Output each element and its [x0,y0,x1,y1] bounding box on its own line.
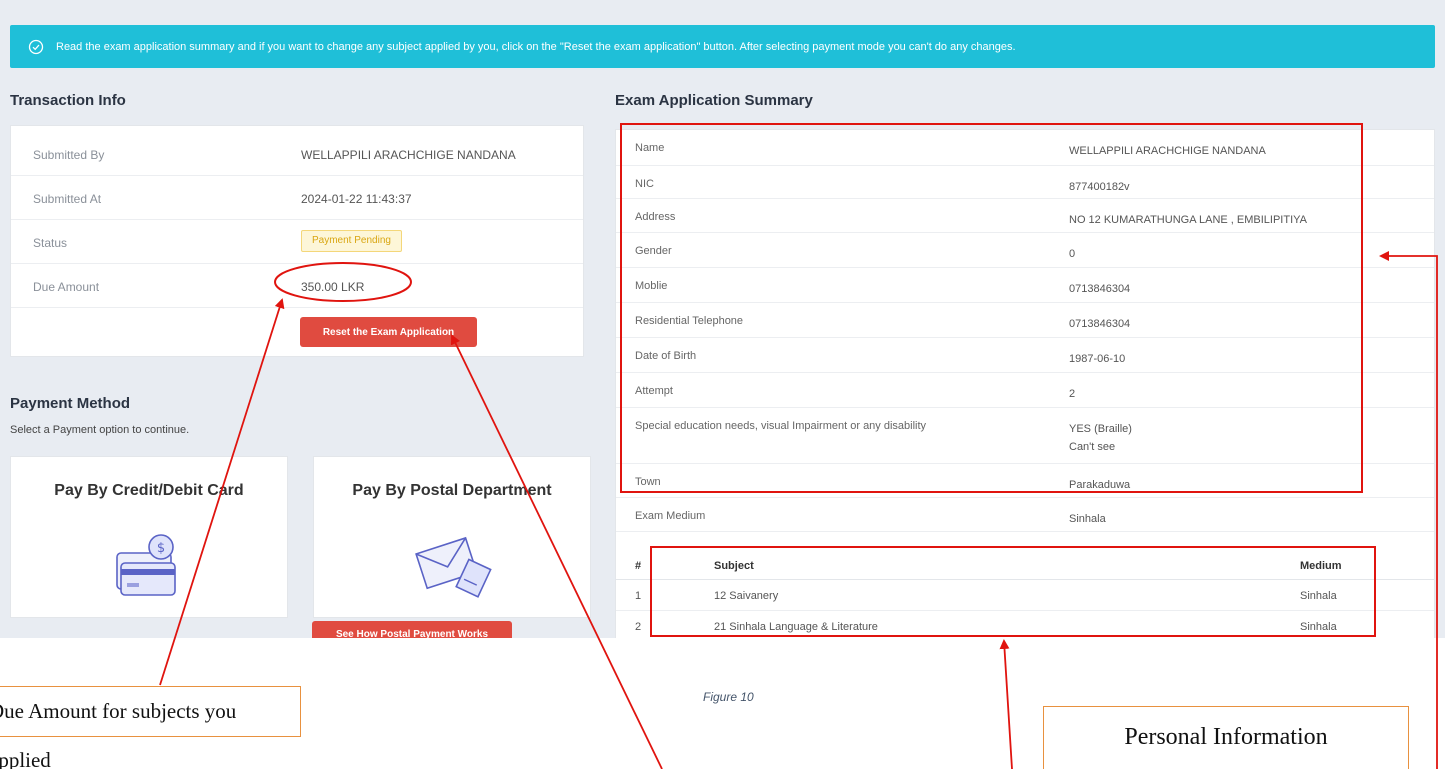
submitted-at-value: 2024-01-22 11:43:37 [301,192,412,206]
status-label: Status [33,236,68,250]
pay-by-postal-option[interactable]: Pay By Postal Department [313,456,591,618]
submitted-by-value: WELLAPPILI ARACHCHIGE NANDANA [301,148,516,162]
due-amount-value: 350.00 LKR [301,280,365,294]
summary-value: 2 [1069,388,1076,400]
summary-label: Residential Telephone [635,315,744,327]
exam-summary-card: Name WELLAPPILI ARACHCHIGE NANDANA NIC 8… [615,129,1435,638]
subjects-col-medium: Medium [1300,560,1342,572]
summary-row-date-of-birth: Date of Birth 1987-06-10 [616,338,1434,373]
reset-exam-application-button[interactable]: Reset the Exam Application [300,317,477,347]
pay-by-card-label: Pay By Credit/Debit Card [54,482,244,499]
summary-row-residential-telephone: Residential Telephone 0713846304 [616,303,1434,338]
status-badge: Payment Pending [301,230,402,252]
info-alert-text: Read the exam application summary and if… [56,40,1016,53]
due-amount-row: Due Amount 350.00 LKR [11,264,583,308]
credit-card-icon: $ [116,534,176,596]
summary-value: WELLAPPILI ARACHCHIGE NANDANA [1069,145,1266,157]
summary-value: 0713846304 [1069,318,1131,330]
subjects-table-header: # Subject Medium [616,552,1434,580]
personal-info-callout-text: Personal Information [1124,724,1328,750]
summary-row-town: Town Parakaduwa [616,464,1434,498]
summary-value: Sinhala [1069,513,1106,525]
submitted-by-label: Submitted By [33,148,105,162]
summary-label: Gender [635,245,672,257]
submitted-by-row: Submitted By WELLAPPILI ARACHCHIGE NANDA… [11,132,583,176]
pay-by-postal-label: Pay By Postal Department [352,482,552,499]
summary-row-exam-medium: Exam Medium Sinhala [616,498,1434,532]
summary-value: YES (Braille) Can't see [1069,420,1132,456]
info-alert: Read the exam application summary and if… [10,25,1435,68]
due-amount-label: Due Amount [33,280,100,294]
summary-row-name: Name WELLAPPILI ARACHCHIGE NANDANA [616,130,1434,166]
summary-label: Attempt [635,385,673,397]
summary-label: Town [635,476,661,488]
exam-summary-title: Exam Application Summary [615,92,813,109]
due-amount-callout-text: Due Amount for subjects you applied [0,699,237,769]
submitted-at-label: Submitted At [33,192,102,206]
subject-name: 21 Sinhala Language & Literature [714,621,878,633]
summary-row-special-needs: Special education needs, visual Impairme… [616,408,1434,464]
due-amount-callout: Due Amount for subjects you applied [0,686,301,769]
personal-info-callout: Personal Information [1043,706,1409,769]
subject-number: 1 [635,590,642,602]
summary-label: NIC [635,178,654,190]
subject-name: 12 Saivanery [714,590,779,602]
subjects-arrow [999,639,1013,769]
svg-text:$: $ [157,541,165,556]
summary-label: Name [635,142,665,154]
submitted-at-row: Submitted At 2024-01-22 11:43:37 [11,176,583,220]
payment-method-title: Payment Method [10,395,131,412]
status-row: Status Payment Pending [11,220,583,264]
summary-label: Special education needs, visual Impairme… [635,420,927,432]
subjects-col-subject: Subject [714,560,754,572]
summary-label: Date of Birth [635,350,697,362]
pay-by-card-option[interactable]: Pay By Credit/Debit Card $ [10,456,288,618]
summary-value: 877400182v [1069,181,1130,193]
payment-method-subtitle: Select a Payment option to continue. [10,424,190,436]
summary-row-gender: Gender 0 [616,233,1434,268]
summary-row-address: Address NO 12 KUMARATHUNGA LANE , EMBILI… [616,199,1434,233]
summary-value: 0 [1069,248,1076,260]
summary-label: Address [635,211,676,223]
special-needs-value: YES (Braille) [1069,423,1132,435]
summary-value: NO 12 KUMARATHUNGA LANE , EMBILIPITIYA [1069,214,1307,226]
special-needs-detail: Can't see [1069,441,1116,453]
transaction-info-card: Submitted By WELLAPPILI ARACHCHIGE NANDA… [10,125,584,357]
subject-medium: Sinhala [1300,621,1337,633]
summary-value: 1987-06-10 [1069,353,1126,365]
summary-row-attempt: Attempt 2 [616,373,1434,408]
subject-number: 2 [635,621,642,633]
table-row: 1 12 Saivanery Sinhala [616,581,1434,611]
summary-label: Moblie [635,280,668,292]
transaction-info-title: Transaction Info [10,92,126,109]
summary-row-nic: NIC 877400182v [616,166,1434,199]
summary-row-mobile: Moblie 0713846304 [616,268,1434,303]
summary-label: Exam Medium [635,510,706,522]
figure-caption: Figure 10 [703,690,754,704]
see-postal-payment-button[interactable]: See How Postal Payment Works [312,621,512,638]
subject-medium: Sinhala [1300,590,1337,602]
exam-application-screen: Read the exam application summary and if… [0,0,1445,638]
envelope-icon [415,536,492,598]
summary-value: 0713846304 [1069,283,1131,295]
summary-value: Parakaduwa [1069,479,1131,491]
subjects-col-number: # [635,560,642,572]
check-circle-icon [28,39,44,54]
table-row: 2 21 Sinhala Language & Literature Sinha… [616,612,1434,638]
